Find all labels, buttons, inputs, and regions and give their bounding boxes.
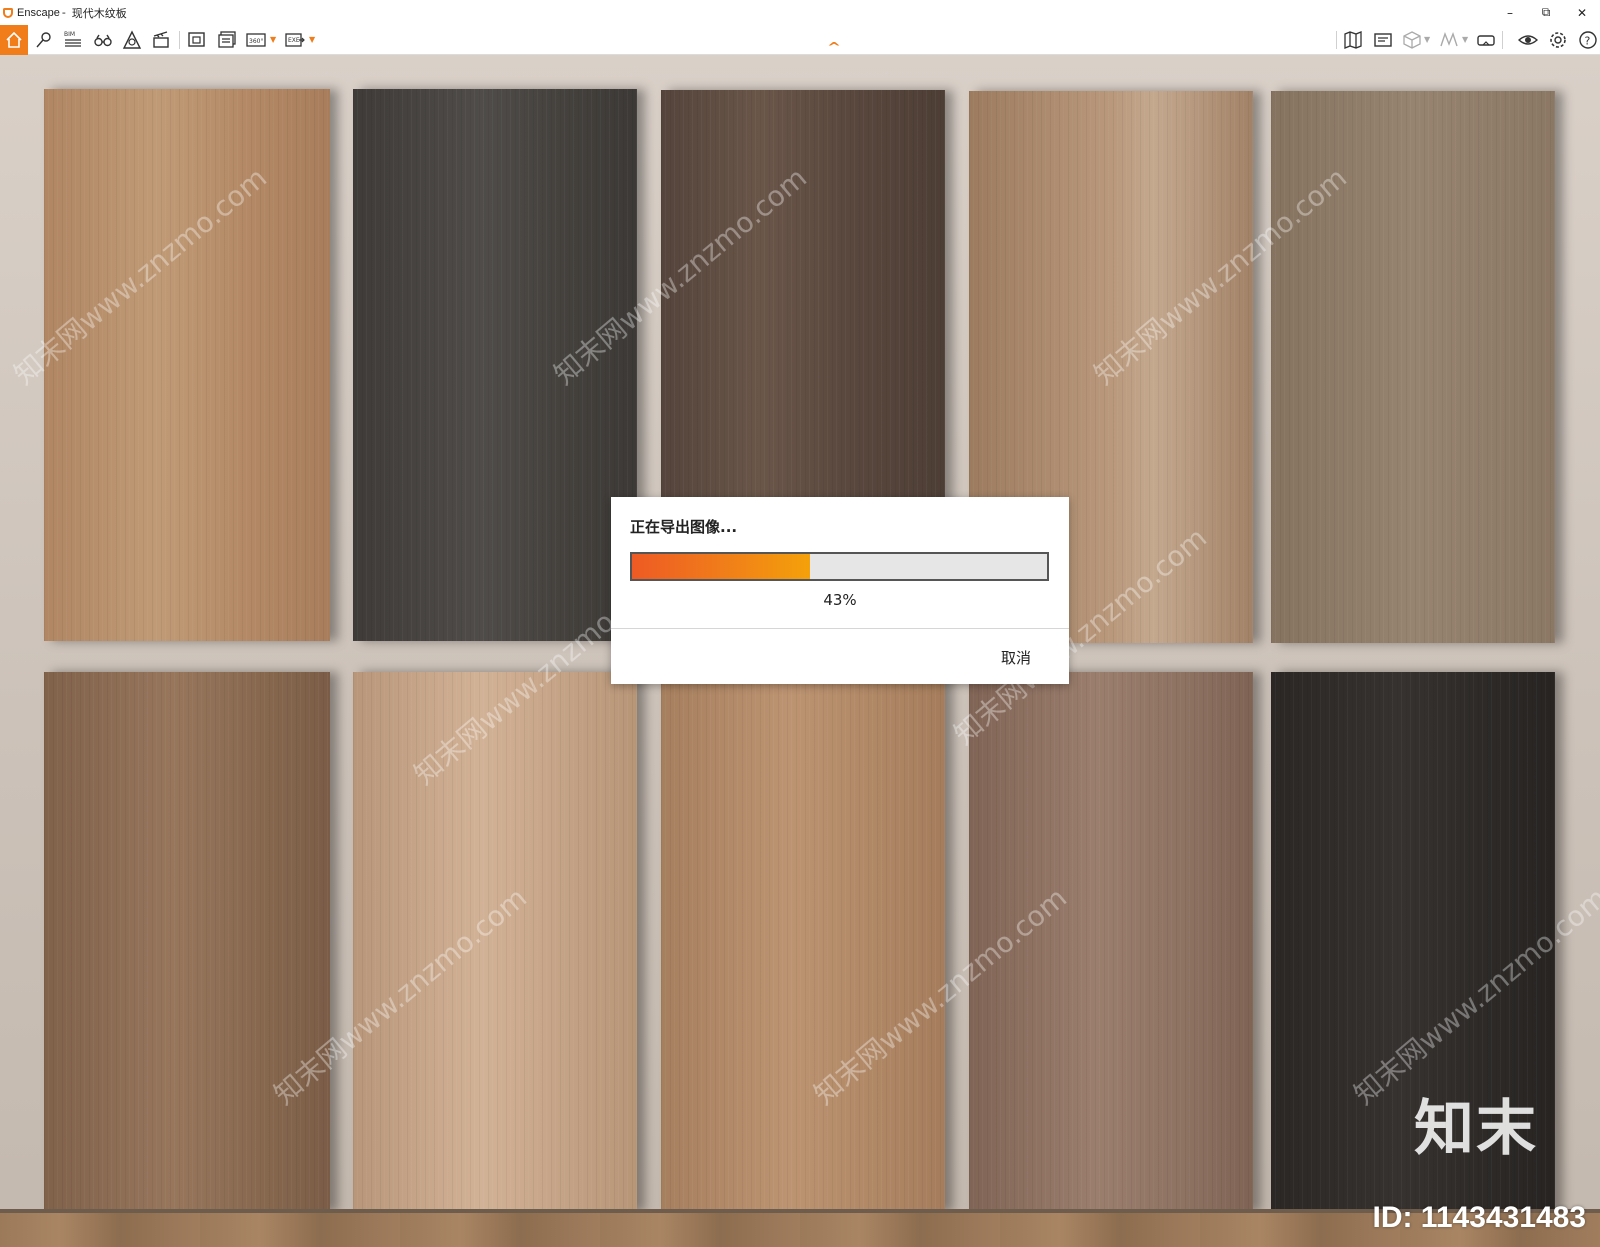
export-progress-dialog: 正在导出图像... 43% 取消	[611, 497, 1069, 684]
help-icon: ?	[1579, 31, 1597, 49]
dialog-title: 正在导出图像...	[630, 518, 738, 536]
home-icon	[6, 31, 22, 48]
title-bar: Enscape - 现代木纹板 – ⧉ ✕	[0, 0, 1600, 25]
batch-render-icon	[218, 31, 236, 48]
cancel-button[interactable]: 取消	[1001, 647, 1031, 668]
visibility-button[interactable]	[1517, 29, 1539, 51]
enscape-logo-icon	[3, 7, 13, 18]
bim-button[interactable]: BIM	[62, 29, 84, 51]
pin-icon	[36, 32, 51, 48]
svg-text:EXE: EXE	[288, 37, 300, 44]
panorama-dropdown-icon[interactable]: ▼	[270, 35, 276, 44]
section-button[interactable]	[1438, 29, 1460, 51]
toolbar-separator	[1336, 31, 1337, 49]
screenshot-button[interactable]	[186, 29, 208, 51]
settings-button[interactable]	[1547, 29, 1569, 51]
panorama-360-icon: 360°	[246, 33, 266, 47]
cube-dropdown-icon[interactable]: ▼	[1424, 35, 1430, 44]
section-icon	[1440, 31, 1458, 47]
wood-panel	[353, 672, 637, 1212]
close-button[interactable]: ✕	[1564, 0, 1600, 25]
screenshot-icon	[188, 32, 205, 47]
wood-panel	[44, 89, 330, 641]
panorama-button[interactable]: 360°	[245, 29, 267, 51]
help-button[interactable]: ?	[1577, 29, 1599, 51]
wood-panel	[44, 672, 330, 1212]
app-name: Enscape	[17, 6, 60, 19]
gear-icon	[1550, 32, 1566, 48]
brand-watermark: 知末	[1414, 1094, 1538, 1164]
map-button[interactable]	[1342, 29, 1364, 51]
cube-button[interactable]	[1401, 29, 1423, 51]
svg-text:?: ?	[1585, 35, 1591, 48]
svg-text:BIM: BIM	[64, 31, 75, 38]
eye-icon	[1518, 35, 1538, 45]
cube-icon	[1403, 31, 1421, 49]
wood-panel	[969, 672, 1253, 1212]
sketch-button[interactable]	[1372, 29, 1394, 51]
export-exe-button[interactable]: EXE	[284, 29, 306, 51]
toolbar-separator	[1502, 31, 1503, 49]
wooden-floor	[0, 1213, 1600, 1247]
dialog-divider	[611, 628, 1069, 629]
image-id-label: ID: 1143431483	[1372, 1201, 1586, 1234]
home-button[interactable]	[0, 25, 28, 55]
export-exe-icon: EXE	[285, 33, 305, 47]
section-dropdown-icon[interactable]: ▼	[1462, 35, 1468, 44]
vr-headset-icon	[1477, 35, 1495, 46]
minimize-button[interactable]: –	[1492, 0, 1528, 25]
binoculars-icon	[94, 34, 112, 47]
restore-button[interactable]: ⧉	[1528, 0, 1564, 25]
svg-text:360°: 360°	[249, 38, 263, 45]
atlas-button[interactable]	[121, 29, 143, 51]
window-controls: – ⧉ ✕	[1492, 0, 1600, 25]
wood-panel	[661, 672, 945, 1212]
collapse-toolbar-caret-icon[interactable]: ^	[827, 40, 841, 54]
clapperboard-button[interactable]	[150, 29, 172, 51]
binoculars-button[interactable]	[92, 29, 114, 51]
export-dropdown-icon[interactable]: ▼	[309, 35, 315, 44]
toolbar: BIM 360° ▼ EXE ▼ ▼ ▼ ?	[0, 25, 1600, 55]
progress-bar-fill	[632, 554, 811, 579]
progress-percent: 43%	[823, 591, 857, 609]
sketch-icon	[1374, 33, 1392, 47]
document-title: 现代木纹板	[71, 6, 127, 20]
bim-icon: BIM	[64, 31, 81, 47]
vr-headset-button[interactable]	[1475, 29, 1497, 51]
batch-render-button[interactable]	[216, 29, 238, 51]
clapperboard-icon	[153, 31, 169, 48]
map-icon	[1344, 31, 1362, 49]
wood-panel	[353, 89, 637, 641]
wood-panel	[1271, 91, 1555, 643]
progress-bar	[630, 552, 1049, 581]
title-separator: -	[61, 6, 66, 19]
toolbar-separator	[179, 31, 180, 49]
atlas-icon	[122, 30, 142, 49]
pin-button[interactable]	[33, 29, 55, 51]
